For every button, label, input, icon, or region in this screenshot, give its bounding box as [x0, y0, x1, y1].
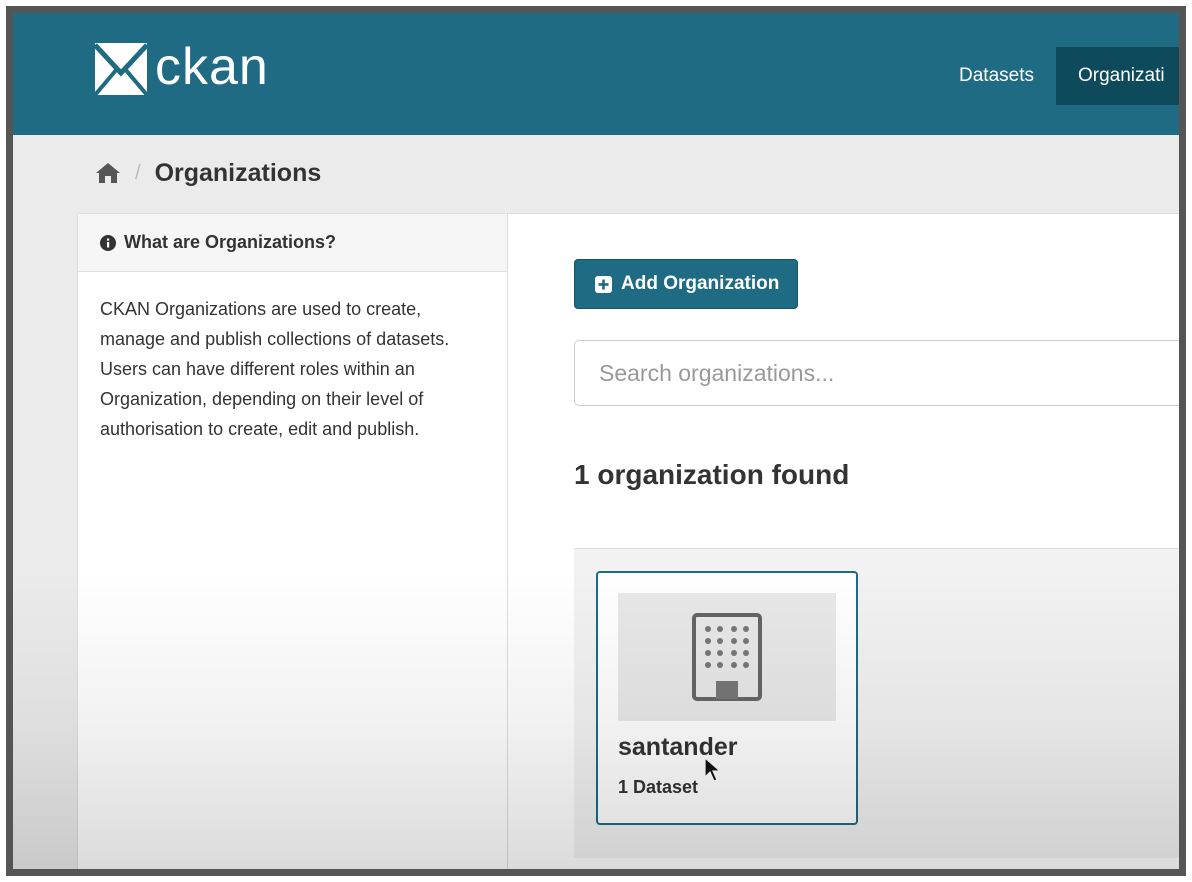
sidebar-heading-text: What are Organizations? — [124, 232, 337, 252]
nav-datasets[interactable]: Datasets — [937, 47, 1056, 105]
organization-image — [618, 593, 836, 721]
sidebar-description: CKAN Organizations are used to create, m… — [100, 299, 450, 439]
main-nav: Datasets Organizati — [937, 47, 1179, 105]
ckan-logo[interactable]: ckan — [95, 38, 269, 96]
organization-list: santander 1 Dataset — [574, 548, 1179, 858]
logo-text: ckan — [155, 38, 269, 96]
organization-card[interactable]: santander 1 Dataset — [596, 571, 858, 825]
plus-square-icon — [595, 275, 612, 293]
sidebar-heading: What are Organizations? — [78, 214, 507, 272]
results-count-heading: 1 organization found — [574, 459, 850, 490]
browser-frame: ckan Datasets Organizati / Organizations… — [6, 6, 1186, 876]
search-organizations-input[interactable] — [574, 340, 1179, 406]
ckan-logo-icon — [95, 43, 147, 95]
masthead: ckan Datasets Organizati — [13, 13, 1179, 135]
info-circle-icon — [100, 234, 116, 251]
content-wrapper: What are Organizations? CKAN Organizatio… — [77, 213, 1179, 869]
sidebar: What are Organizations? CKAN Organizatio… — [78, 214, 508, 869]
nav-organizations[interactable]: Organizati — [1055, 47, 1179, 105]
breadcrumb-current[interactable]: Organizations — [155, 159, 322, 188]
primary-content: Add Organization 1 organization found — [508, 214, 1179, 869]
home-icon[interactable] — [95, 162, 121, 184]
organization-dataset-count: 1 Dataset — [618, 777, 699, 797]
mouse-cursor-icon — [704, 757, 722, 782]
breadcrumb-separator: / — [135, 161, 141, 184]
add-organization-label: Add Organization — [621, 273, 780, 294]
building-icon — [692, 613, 762, 701]
add-organization-button[interactable]: Add Organization — [574, 259, 799, 309]
breadcrumb: / Organizations — [13, 135, 1179, 211]
